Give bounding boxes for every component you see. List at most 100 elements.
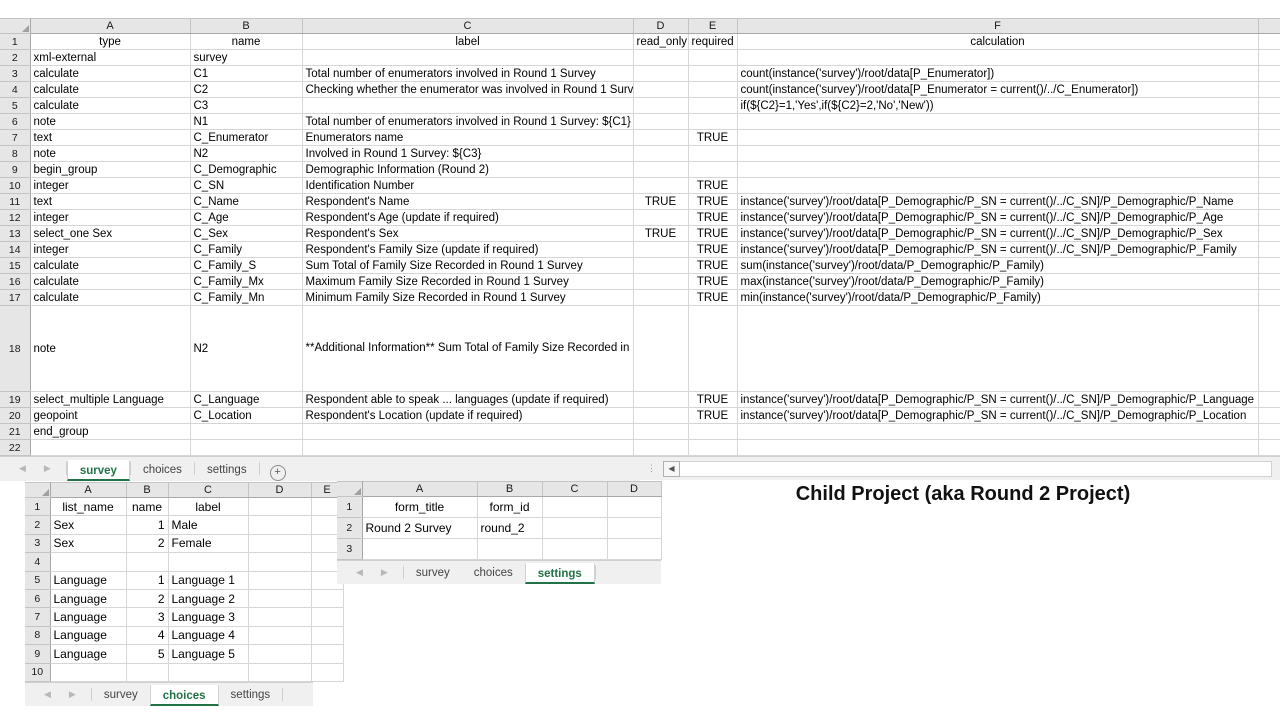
sheet-tab-survey[interactable]: survey	[92, 685, 150, 706]
column-header-g[interactable]	[1258, 19, 1280, 34]
cell-overflow[interactable]	[1258, 274, 1280, 290]
cell-name[interactable]: C_Family_Mn	[190, 290, 302, 306]
row-header-2[interactable]: 2	[25, 516, 50, 534]
cell-name[interactable]: N1	[190, 114, 302, 130]
survey-grid[interactable]: A B C D E F 1typenamelabelread_onlyrequi…	[0, 18, 1280, 456]
add-sheet-icon[interactable]: +	[270, 465, 286, 481]
tab-prev-icon[interactable]: ◀	[35, 690, 60, 699]
cell-label[interactable]	[168, 663, 248, 681]
cell-required[interactable]: TRUE	[688, 408, 737, 424]
cell-required[interactable]: TRUE	[688, 274, 737, 290]
cell-name[interactable]: C_Enumerator	[190, 130, 302, 146]
cell-name[interactable]: C_Family_S	[190, 258, 302, 274]
row-header-9[interactable]: 9	[25, 645, 50, 663]
cell-name[interactable]: C1	[190, 66, 302, 82]
cell-type[interactable]: select_multiple Language	[30, 392, 190, 408]
cell-label[interactable]: Respondent's Sex	[302, 226, 633, 242]
cell-calculation[interactable]: instance('survey')/root/data[P_Demograph…	[737, 226, 1258, 242]
cell-calculation[interactable]: max(instance('survey')/root/data/P_Demog…	[737, 274, 1258, 290]
row-header-13[interactable]: 13	[0, 226, 30, 242]
cell-required[interactable]: TRUE	[688, 392, 737, 408]
column-header-a[interactable]: A	[30, 19, 190, 34]
row-header-15[interactable]: 15	[0, 258, 30, 274]
row-header-10[interactable]: 10	[25, 663, 50, 681]
cell-overflow[interactable]	[1258, 258, 1280, 274]
cell-read-only[interactable]	[633, 242, 688, 258]
cell-overflow[interactable]	[1258, 34, 1280, 50]
cell-calculation[interactable]: if(${C2}=1,'Yes',if(${C2}=2,'No','New'))	[737, 98, 1258, 114]
cell-overflow[interactable]	[1258, 306, 1280, 392]
cell-name[interactable]: 1	[126, 571, 168, 589]
row-header-1[interactable]: 1	[0, 34, 30, 50]
cell-required[interactable]: TRUE	[688, 130, 737, 146]
cell-label[interactable]: Respondent's Family Size (update if requ…	[302, 242, 633, 258]
cell-type[interactable]: calculate	[30, 274, 190, 290]
tab-prev-icon[interactable]: ◀	[10, 464, 35, 473]
cell-read-only[interactable]	[633, 392, 688, 408]
cell-list-name[interactable]: Language	[50, 608, 126, 626]
cell-name[interactable]: name	[126, 498, 168, 516]
cell-label[interactable]: Total number of enumerators involved in …	[302, 114, 633, 130]
row-header-16[interactable]: 16	[0, 274, 30, 290]
row-header-3[interactable]: 3	[0, 66, 30, 82]
row-header-20[interactable]: 20	[0, 408, 30, 424]
cell-d[interactable]	[248, 645, 311, 663]
cell-read-only[interactable]	[633, 66, 688, 82]
cell-overflow[interactable]	[1258, 392, 1280, 408]
cell-d[interactable]	[607, 497, 661, 518]
cell-name[interactable]: 4	[126, 626, 168, 644]
cell-overflow[interactable]	[1258, 290, 1280, 306]
column-header-b[interactable]: B	[190, 19, 302, 34]
cell-label[interactable]: Language 1	[168, 571, 248, 589]
cell-label[interactable]: Sum Total of Family Size Recorded in Rou…	[302, 258, 633, 274]
sheet-tab-choices[interactable]: choices	[131, 460, 194, 481]
cell-read-only[interactable]	[633, 408, 688, 424]
cell-read-only[interactable]	[633, 210, 688, 226]
cell-d[interactable]	[248, 608, 311, 626]
cell-overflow[interactable]	[1258, 226, 1280, 242]
cell-calculation[interactable]: instance('survey')/root/data[P_Demograph…	[737, 408, 1258, 424]
cell-required[interactable]	[688, 306, 737, 392]
cell-list-name[interactable]	[50, 553, 126, 571]
cell-name[interactable]: C_Family	[190, 242, 302, 258]
cell-name[interactable]: N2	[190, 146, 302, 162]
tab-nav-arrows[interactable]: ◀ ▶	[25, 683, 91, 706]
cell-calculation[interactable]: instance('survey')/root/data[P_Demograph…	[737, 194, 1258, 210]
sheet-tab-settings[interactable]: settings	[195, 460, 259, 481]
cell-required[interactable]	[688, 146, 737, 162]
cell-label[interactable]: Total number of enumerators involved in …	[302, 66, 633, 82]
row-header-12[interactable]: 12	[0, 210, 30, 226]
cell-label[interactable]: Respondent's Age (update if required)	[302, 210, 633, 226]
cell-list-name[interactable]: Sex	[50, 516, 126, 534]
cell-read-only[interactable]	[633, 178, 688, 194]
column-header-c[interactable]: C	[168, 483, 248, 498]
cell-name[interactable]: survey	[190, 50, 302, 66]
cell-read-only[interactable]	[633, 114, 688, 130]
cell-d[interactable]	[248, 663, 311, 681]
cell-label[interactable]: Respondent able to speak ... languages (…	[302, 392, 633, 408]
row-header-3[interactable]: 3	[25, 534, 50, 552]
cell-name[interactable]: 3	[126, 608, 168, 626]
cell-list-name[interactable]: Language	[50, 645, 126, 663]
cell-list-name[interactable]: Language	[50, 571, 126, 589]
tab-next-icon[interactable]: ▶	[35, 464, 60, 473]
cell-read-only[interactable]	[633, 274, 688, 290]
column-header-b[interactable]: B	[126, 483, 168, 498]
cell-type[interactable]: type	[30, 34, 190, 50]
cell-required[interactable]: TRUE	[688, 226, 737, 242]
hscroll-left-button[interactable]: ◀	[663, 461, 680, 477]
cell-list-name[interactable]: list_name	[50, 498, 126, 516]
cell-overflow[interactable]	[1258, 424, 1280, 440]
cell-label[interactable]: Checking whether the enumerator was invo…	[302, 82, 633, 98]
cell-label[interactable]: Language 4	[168, 626, 248, 644]
cell-read-only[interactable]	[633, 440, 688, 456]
cell-calculation[interactable]: min(instance('survey')/root/data/P_Demog…	[737, 290, 1258, 306]
select-all-corner[interactable]	[337, 482, 362, 497]
cell-calculation[interactable]: count(instance('survey')/root/data[P_Enu…	[737, 82, 1258, 98]
row-header-6[interactable]: 6	[0, 114, 30, 130]
cell-type[interactable]: calculate	[30, 82, 190, 98]
cell-name[interactable]: C2	[190, 82, 302, 98]
cell-label[interactable]: Enumerators name	[302, 130, 633, 146]
cell-read-only[interactable]	[633, 290, 688, 306]
cell-label[interactable]: Male	[168, 516, 248, 534]
